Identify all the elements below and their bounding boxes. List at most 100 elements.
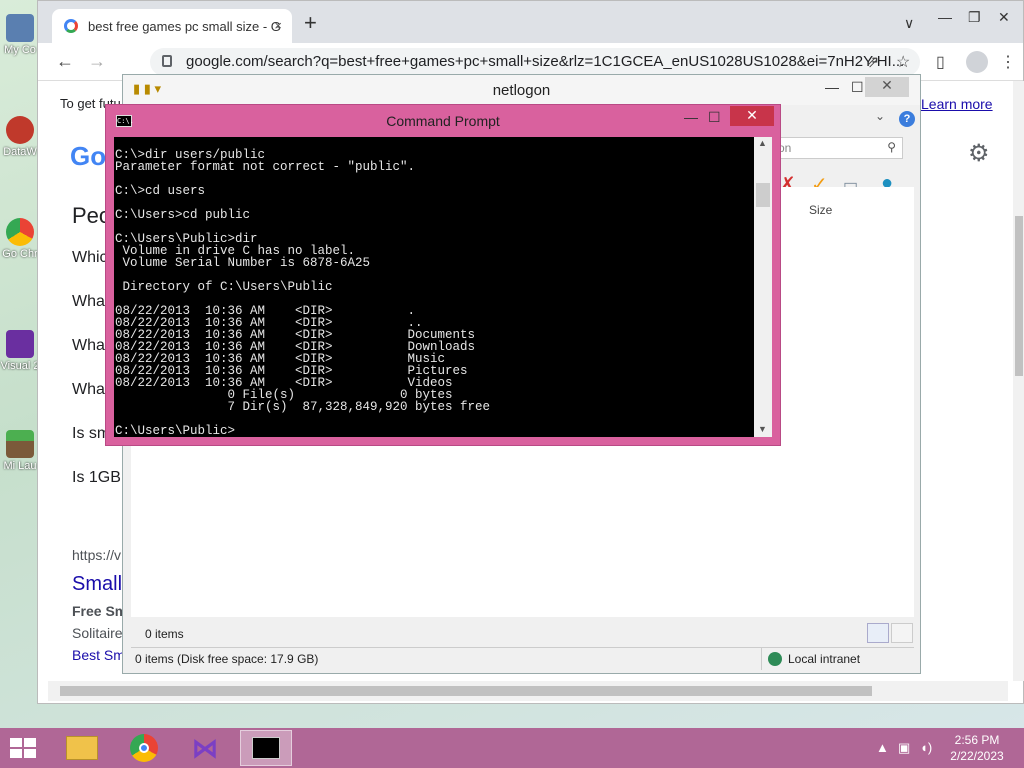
show-hidden-icons-icon[interactable]: ▲ (876, 740, 889, 755)
explorer-title-bar[interactable]: ▮ ▮ ▾ netlogon — ☐ ✕ (123, 75, 920, 105)
scroll-thumb[interactable] (60, 686, 872, 696)
taskbar-visual-studio[interactable]: ⋈ (180, 730, 232, 766)
column-header-size[interactable]: Size (809, 203, 832, 217)
desktop-icon-label: Visual 2 (0, 360, 40, 372)
minimize-button[interactable]: — (825, 79, 839, 95)
minimize-button[interactable]: — (938, 9, 952, 25)
volume-icon[interactable]: ◖) (920, 740, 932, 755)
menu-icon[interactable]: ⋮ (1000, 52, 1016, 72)
console-scrollbar[interactable]: ▲ ▼ (754, 137, 772, 437)
forward-button[interactable]: → (88, 51, 106, 72)
page-vertical-scrollbar[interactable] (1013, 81, 1024, 681)
new-tab-button[interactable]: + (304, 12, 317, 34)
intranet-globe-icon (768, 652, 782, 666)
taskbar-file-explorer[interactable] (56, 730, 108, 766)
minecraft-icon (6, 430, 34, 458)
scroll-down-icon[interactable]: ▼ (758, 424, 767, 434)
result-title-link[interactable]: Small (72, 573, 122, 596)
close-button[interactable]: ✕ (730, 106, 774, 126)
paa-question[interactable]: What (72, 337, 109, 355)
avatar[interactable] (966, 51, 988, 73)
cmd-title-bar[interactable]: C:\. Command Prompt — ☐ ✕ (106, 105, 780, 135)
maximize-button[interactable]: ☐ (851, 79, 864, 96)
security-zone: Local intranet (761, 648, 914, 670)
details-view-icon[interactable] (867, 623, 889, 643)
learn-more-link[interactable]: Learn more (921, 96, 993, 112)
windows-logo-pane (24, 749, 36, 758)
scroll-thumb[interactable] (756, 183, 770, 207)
clock-time: 2:56 PM (954, 733, 1000, 747)
start-button[interactable] (10, 738, 38, 760)
page-horizontal-scrollbar[interactable] (48, 681, 1008, 701)
google-favicon-icon (64, 19, 78, 33)
cmd-app-icon: C:\. (116, 115, 134, 127)
quick-access-toolbar-icon[interactable]: ▮ ▮ ▾ (133, 81, 161, 97)
maximize-button[interactable]: ☐ (708, 109, 721, 126)
browser-tab[interactable]: best free games pc small size - G × (52, 9, 292, 43)
share-icon[interactable]: ⇗ (866, 52, 879, 72)
desktop-icon-visual-studio[interactable]: Visual 2 (0, 330, 40, 372)
zone-label: Local intranet (788, 652, 861, 666)
console-line: Directory of C:\Users\Public (115, 280, 333, 294)
paa-question[interactable]: What (72, 293, 109, 311)
taskbar-chrome[interactable] (118, 730, 170, 766)
console-line: C:\>cd users (115, 184, 206, 198)
console-line: C:\Users\Public> (115, 424, 236, 437)
clock-date: 2/22/2023 (950, 749, 1004, 763)
side-panel-icon[interactable]: ▯ (936, 52, 945, 72)
status-left: 0 items (Disk free space: 17.9 GB) (135, 652, 319, 666)
settings-gear-icon[interactable]: ⚙ (968, 139, 990, 168)
chevron-down-icon[interactable]: ⌄ (875, 109, 885, 123)
desktop-icon-minecraft-launcher[interactable]: Mi Lau (0, 430, 40, 472)
visual-studio-icon (6, 330, 34, 358)
clock[interactable]: 2:56 PM 2/22/2023 (940, 732, 1014, 764)
chrome-icon (6, 218, 34, 246)
search-icon: ⚲ (887, 140, 896, 154)
console-line: C:\Users>cd public (115, 208, 251, 222)
result-snippet: Solitaire (72, 625, 123, 641)
close-button[interactable]: ✕ (998, 9, 1010, 26)
result-snippet-link[interactable]: Best Sm (72, 647, 125, 663)
paa-question[interactable]: What (72, 381, 109, 399)
items-count: 0 items (145, 627, 184, 641)
desktop-icon-label: My Co (4, 44, 36, 56)
scroll-thumb[interactable] (1015, 216, 1023, 376)
result-snippet: Free Sm (72, 603, 128, 619)
network-icon[interactable]: ▣ (898, 740, 910, 756)
minimize-button[interactable]: — (684, 109, 698, 125)
windows-logo-pane (10, 749, 22, 758)
large-icons-view-icon[interactable] (891, 623, 913, 643)
command-prompt-window: C:\. Command Prompt — ☐ ✕ C:\>dir users/… (105, 104, 781, 446)
google-logo[interactable]: Go (70, 141, 106, 172)
cmd-icon (252, 737, 280, 759)
tab-close-icon[interactable]: × (274, 18, 282, 33)
restore-button[interactable]: ❐ (968, 9, 981, 26)
url-text: google.com/search?q=best+free+games+pc+s… (186, 53, 905, 70)
scroll-up-icon[interactable]: ▲ (758, 138, 767, 148)
status-bar: 0 items (Disk free space: 17.9 GB) Local… (131, 647, 914, 670)
windows-logo-pane (24, 738, 36, 747)
help-icon[interactable]: ? (899, 111, 915, 127)
tab-search-icon[interactable]: ∨ (904, 15, 914, 32)
visual-studio-icon: ⋈ (192, 733, 218, 763)
cmd-title: Command Prompt (386, 113, 500, 129)
address-bar[interactable]: google.com/search?q=best+free+games+pc+s… (150, 48, 920, 76)
explorer-search-input[interactable]: on ⚲ (771, 137, 903, 159)
back-button[interactable]: ← (56, 51, 74, 72)
computer-icon (6, 14, 34, 42)
desktop-icon-dataw[interactable]: DataW (0, 116, 40, 158)
paa-question[interactable]: Whic (72, 249, 108, 267)
paa-question[interactable]: Is 1GB (72, 469, 121, 487)
console-line: 7 Dir(s) 87,328,849,920 bytes free (115, 400, 491, 414)
bookmark-star-icon[interactable]: ☆ (896, 52, 910, 72)
console-line: Volume Serial Number is 6878-6A25 (115, 256, 371, 270)
close-button[interactable]: ✕ (865, 77, 909, 97)
desktop-icon-my-computer[interactable]: My Co (0, 14, 40, 56)
taskbar-command-prompt[interactable] (240, 730, 292, 766)
tab-title: best free games pc small size - G (88, 19, 281, 34)
desktop-icon-google-chrome[interactable]: Go Chr (0, 218, 40, 260)
console-output: C:\>dir users/public Parameter format not… (115, 149, 753, 437)
desktop-icon-label: Go Chr (2, 248, 38, 260)
console-area[interactable]: C:\>dir users/public Parameter format not… (114, 137, 772, 437)
